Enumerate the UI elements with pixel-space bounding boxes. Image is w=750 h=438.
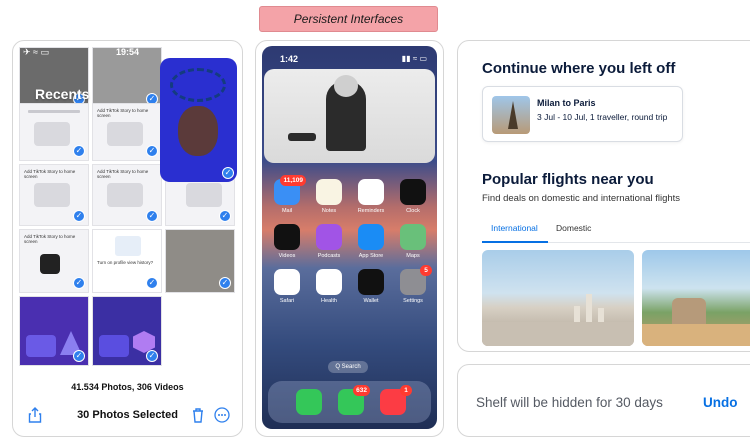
photo-thumb[interactable]: ✓ bbox=[19, 103, 89, 161]
notification-badge: 1 bbox=[400, 385, 412, 396]
status-time: 1:42 bbox=[280, 54, 299, 64]
check-icon: ✓ bbox=[73, 350, 85, 362]
app-label: Reminders bbox=[357, 208, 385, 214]
app-label: Safari bbox=[279, 298, 295, 304]
app-icon-mail[interactable]: Mail 11,109 bbox=[274, 175, 306, 214]
destination-photo-barcelona[interactable] bbox=[642, 250, 750, 346]
app-icon-settings[interactable]: Settings 5 bbox=[400, 265, 432, 304]
app-label: Podcasts bbox=[317, 253, 341, 259]
thumb-caption: Add TikTok Story to home screen bbox=[97, 169, 149, 179]
photo-thumb[interactable]: Add TikTok Story to home screen ✓ bbox=[19, 164, 89, 226]
app-label: Clock bbox=[406, 208, 420, 214]
app-label: Notes bbox=[321, 208, 337, 214]
photos-panel: ✓ ✓ ✓ Add TikTok Story to home screen ✓ … bbox=[12, 40, 243, 437]
app-label: Wallet bbox=[363, 298, 379, 304]
active-tab-indicator bbox=[482, 241, 548, 243]
flights-panel: Continue where you left off Milan to Par… bbox=[457, 40, 750, 352]
undo-message: Shelf will be hidden for 30 days bbox=[476, 395, 663, 410]
phone-icon[interactable] bbox=[296, 389, 322, 415]
recent-trip-card[interactable]: Milan to Paris 3 Jul - 10 Jul, 1 travell… bbox=[482, 86, 683, 142]
app-icon-podcasts[interactable]: Podcasts bbox=[316, 224, 342, 259]
photo-thumb[interactable]: Add TikTok Story to home screen ✓ bbox=[19, 229, 89, 293]
check-icon: ✓ bbox=[146, 350, 158, 362]
status-right: ◉ 16% ▭ bbox=[192, 47, 232, 57]
music-icon[interactable]: 1 bbox=[380, 385, 412, 415]
app-label: Mail bbox=[281, 208, 293, 214]
app-icon-notes[interactable]: Notes bbox=[316, 179, 342, 214]
check-icon: ✓ bbox=[73, 145, 85, 157]
check-icon: ✓ bbox=[222, 167, 234, 179]
app-icon-safari[interactable]: Safari bbox=[274, 269, 300, 304]
thumb-caption: Add TikTok Story to home screen bbox=[97, 108, 149, 118]
app-icon-health[interactable]: Health bbox=[316, 269, 342, 304]
tab-international[interactable]: International bbox=[491, 223, 538, 233]
search-pill[interactable]: Q Search bbox=[328, 361, 368, 373]
destination-photo-milan[interactable] bbox=[482, 250, 634, 346]
app-icon-wallet[interactable]: Wallet bbox=[358, 269, 384, 304]
home-screen-panel: 1:42 ▮▮ ≈ ▭ Mail 11,109 Notes Reminders Cloc… bbox=[255, 40, 444, 437]
home-screen: 1:42 ▮▮ ≈ ▭ Mail 11,109 Notes Reminders Cloc… bbox=[262, 46, 437, 429]
app-label: Maps bbox=[406, 253, 420, 259]
app-label: Health bbox=[321, 298, 337, 304]
thumb-caption: Add TikTok Story to home screen bbox=[24, 169, 76, 179]
notification-badge: 5 bbox=[420, 265, 432, 276]
continue-title: Continue where you left off bbox=[482, 60, 676, 77]
check-icon: ✓ bbox=[146, 145, 158, 157]
popular-title: Popular flights near you bbox=[482, 171, 654, 188]
notification-badge: 11,109 bbox=[280, 175, 306, 186]
photo-thumb[interactable]: ✓ bbox=[165, 229, 235, 293]
app-icon-reminders[interactable]: Reminders bbox=[358, 179, 384, 214]
app-label: App Store bbox=[358, 253, 384, 259]
app-label: Videos bbox=[278, 253, 296, 259]
flight-tabs: International Domestic bbox=[482, 217, 750, 243]
paris-thumbnail bbox=[492, 96, 530, 134]
check-icon: ✓ bbox=[73, 210, 85, 222]
photo-thumb[interactable]: Add TikTok Story to home screen ✓ bbox=[92, 164, 162, 226]
app-icon-app-store[interactable]: App Store bbox=[358, 224, 384, 259]
library-counts: 41.534 Photos, 306 Videos bbox=[71, 382, 184, 392]
trip-title: Milan to Paris bbox=[537, 98, 596, 108]
selection-toolbar: 30 Photos Selected bbox=[13, 404, 242, 428]
dock: 632 1 bbox=[268, 381, 431, 423]
app-icon-videos[interactable]: Videos bbox=[274, 224, 300, 259]
status-icons: ▮▮ ≈ ▭ bbox=[401, 54, 427, 63]
thumb-caption: Add TikTok Story to home screen bbox=[24, 234, 76, 244]
photo-thumb[interactable]: ✓ bbox=[19, 296, 89, 366]
app-label: Settings bbox=[403, 298, 423, 304]
check-icon: ✓ bbox=[146, 210, 158, 222]
popular-subtitle: Find deals on domestic and international… bbox=[482, 193, 681, 204]
selected-count-label: 30 Photos Selected bbox=[77, 409, 178, 421]
app-icon-maps[interactable]: Maps bbox=[400, 224, 426, 259]
section-banner: Persistent Interfaces bbox=[259, 6, 438, 32]
photo-thumb[interactable]: ✓ bbox=[160, 58, 237, 182]
trash-icon[interactable] bbox=[190, 407, 206, 423]
messages-icon[interactable]: 632 bbox=[338, 385, 370, 415]
check-icon: ✓ bbox=[219, 210, 231, 222]
app-icon-clock[interactable]: Clock bbox=[400, 179, 426, 214]
undo-toast: Shelf will be hidden for 30 days Undo bbox=[457, 364, 750, 437]
trip-details: 3 Jul - 10 Jul, 1 traveller, round trip bbox=[537, 112, 668, 122]
undo-button[interactable]: Undo bbox=[703, 395, 738, 410]
thumb-caption: Turn on profile view history? bbox=[97, 260, 154, 265]
check-icon: ✓ bbox=[146, 277, 158, 289]
check-icon: ✓ bbox=[219, 277, 231, 289]
photo-thumb[interactable]: ✓ bbox=[92, 296, 162, 366]
check-icon: ✓ bbox=[73, 277, 85, 289]
status-bar: ✈ ≈ ▭ 19:54 ◉ 16% ▭ bbox=[13, 47, 242, 61]
more-icon[interactable] bbox=[214, 407, 230, 423]
photo-thumb[interactable]: Turn on profile view history? ✓ bbox=[92, 229, 162, 293]
photo-widget[interactable] bbox=[264, 69, 435, 163]
notification-badge: 632 bbox=[353, 385, 370, 396]
album-title: Recents bbox=[35, 86, 90, 102]
photo-thumb[interactable]: Add TikTok Story to home screen ✓ bbox=[92, 103, 162, 161]
tab-domestic[interactable]: Domestic bbox=[556, 223, 591, 233]
